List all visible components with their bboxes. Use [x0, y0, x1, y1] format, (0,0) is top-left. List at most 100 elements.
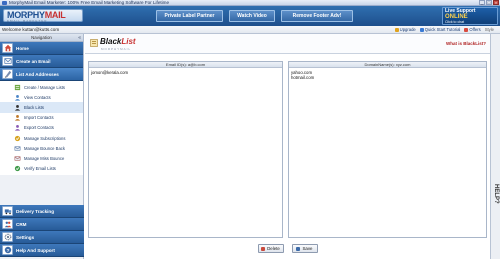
sidebar-item-settings[interactable]: Settings — [0, 231, 84, 244]
delivery-tracking-icon — [2, 206, 13, 216]
what-is-blacklist-link[interactable]: What is BlackList? — [446, 41, 486, 46]
page-header: BlackList MORPHYMAIL What is BlackList? — [85, 34, 490, 54]
email-blacklist-textarea[interactable]: jomon@kerala.com — [89, 68, 282, 77]
submenu-black-lists[interactable]: Black Lists — [0, 102, 83, 113]
email-entry: jomon@kerala.com — [91, 70, 129, 75]
offers-icon — [464, 27, 469, 32]
sidebar-item-home[interactable]: Home — [0, 42, 83, 55]
collapse-sidebar-button[interactable]: « — [78, 34, 81, 42]
domain-blacklist-panel[interactable]: DomainName(s): xyz.com yahoo.com hotmail… — [288, 61, 487, 238]
submenu-label: Black Lists — [24, 104, 45, 110]
gear-icon — [2, 232, 13, 242]
window-title: MorphyMail Email Marketer: 100% Free Ema… — [9, 0, 170, 5]
remove-footer-adv-button[interactable]: Remove Footer Adv! — [281, 10, 353, 22]
sidebar-item-crm-label: CRM — [16, 221, 27, 227]
submenu-create-manage-lists[interactable]: Create / Manage Lists — [0, 82, 83, 92]
save-button[interactable]: Save — [291, 244, 318, 253]
action-buttons: Delete Save — [85, 244, 490, 254]
submenu-import-contacts[interactable]: Import Contacts — [0, 113, 83, 123]
page-title: BlackList — [100, 37, 136, 46]
blacklist-header-icon — [90, 39, 98, 47]
offers-link[interactable]: Offers — [464, 27, 481, 32]
sidebar-item-list-and-addresses-label: List And Addresses — [16, 71, 59, 77]
home-icon — [2, 43, 13, 53]
contacts-icon — [14, 94, 21, 101]
live-support-hint: Click to chat — [445, 20, 465, 24]
navigation-heading-label: Navigation — [31, 35, 52, 40]
page-title-black: Black — [100, 37, 122, 46]
offers-label: Offers — [469, 27, 481, 32]
upgrade-label: Upgrade — [399, 27, 416, 32]
sidebar-item-crm[interactable]: CRM — [0, 218, 84, 231]
sidebar-item-help-and-support-label: Help And Support — [16, 247, 55, 253]
navigation-sidebar: Navigation « Home Create an Email List A… — [0, 34, 84, 259]
delete-button[interactable]: Delete — [257, 244, 284, 253]
welcome-text: Welcome kuttan@kutts.com — [2, 27, 60, 32]
sidebar-item-create-email[interactable]: Create an Email — [0, 55, 83, 68]
blacklist-panels: Email ID(s): a@b.com jomon@kerala.com Do… — [85, 61, 490, 238]
address-book-icon — [2, 69, 13, 79]
sidebar-item-settings-label: Settings — [16, 234, 35, 240]
quick-start-tutorial-link[interactable]: Quick Start Tutorial — [419, 27, 461, 32]
submenu-label: Manage Bounce Back — [24, 145, 65, 151]
submenu-label: Manage Subscriptions — [24, 135, 66, 141]
submenu-label: View Contacts — [24, 94, 51, 100]
email-blacklist-panel[interactable]: Email ID(s): a@b.com jomon@kerala.com — [88, 61, 283, 238]
minimize-button[interactable]: _ — [479, 0, 485, 5]
sidebar-bottom-items: Delivery Tracking CRM Settings ? Help An… — [0, 205, 84, 257]
maximize-button[interactable]: □ — [486, 0, 492, 5]
page-subtitle: MORPHYMAIL — [101, 47, 132, 51]
submenu-manage-bounce-back[interactable]: Manage Bounce Back — [0, 143, 83, 153]
upgrade-link[interactable]: Upgrade — [394, 27, 416, 32]
sidebar-item-delivery-tracking[interactable]: Delivery Tracking — [0, 205, 84, 218]
domain-entry: hotmail.com — [291, 75, 315, 80]
morphymail-logo: MORPHYMAIL EMAIL MARKETER — [3, 9, 83, 23]
crm-icon — [2, 219, 13, 229]
submenu-manage-miss-bounce[interactable]: Manage Miss Bounce — [0, 153, 83, 163]
close-button[interactable]: × — [493, 0, 499, 5]
watch-video-button[interactable]: Watch Video — [229, 10, 275, 22]
main-content: BlackList MORPHYMAIL What is BlackList? … — [85, 34, 490, 259]
domain-blacklist-textarea[interactable]: yahoo.com hotmail.com — [289, 68, 486, 82]
submenu-export-contacts[interactable]: Export Contacts — [0, 123, 83, 133]
svg-text:?: ? — [6, 248, 9, 254]
list-submenu: Create / Manage Lists View Contacts Blac… — [0, 81, 83, 175]
logo-subtitle: EMAIL MARKETER — [7, 19, 48, 23]
tutorial-icon — [419, 27, 424, 32]
style-link[interactable]: Style — [485, 27, 494, 32]
blacklist-icon — [14, 104, 21, 111]
help-icon: ? — [2, 245, 13, 255]
export-icon — [14, 124, 21, 131]
sidebar-item-delivery-tracking-label: Delivery Tracking — [16, 208, 55, 214]
live-support-button[interactable]: Live Support ONLINE Click to chat — [442, 7, 498, 25]
create-email-icon — [2, 56, 13, 66]
submenu-label: Export Contacts — [24, 125, 54, 131]
save-label: Save — [302, 246, 313, 251]
subscriptions-icon — [14, 135, 21, 142]
submenu-label: Manage Miss Bounce — [24, 155, 65, 161]
upgrade-icon — [394, 27, 399, 32]
miss-bounce-icon — [14, 155, 21, 162]
submenu-manage-subscriptions[interactable]: Manage Subscriptions — [0, 133, 83, 143]
save-icon — [296, 246, 301, 251]
submenu-verify-email-lists[interactable]: Verify Email Lists — [0, 164, 83, 174]
delete-icon — [261, 246, 266, 251]
sidebar-item-help-and-support[interactable]: ? Help And Support — [0, 244, 84, 257]
sidebar-item-home-label: Home — [16, 45, 29, 51]
sidebar-item-create-email-label: Create an Email — [16, 58, 51, 64]
delete-label: Delete — [267, 246, 280, 251]
logo-text-accent: MAIL — [44, 10, 66, 20]
lists-icon — [14, 84, 21, 91]
submenu-view-contacts[interactable]: View Contacts — [0, 92, 83, 102]
help-side-tab[interactable]: HELP? — [490, 34, 500, 259]
import-icon — [14, 114, 21, 121]
submenu-label: Import Contacts — [24, 115, 54, 121]
private-label-partner-button[interactable]: Private Label Partner — [156, 10, 223, 22]
help-side-tab-label: HELP? — [493, 184, 499, 204]
navigation-heading: Navigation « — [0, 34, 83, 42]
app-header: MORPHYMAIL EMAIL MARKETER Private Label … — [0, 6, 500, 26]
sidebar-item-list-and-addresses[interactable]: List And Addresses — [0, 68, 83, 81]
page-title-red: List — [121, 37, 136, 46]
tutorial-label: Quick Start Tutorial — [424, 27, 461, 32]
bounce-back-icon — [14, 145, 21, 152]
